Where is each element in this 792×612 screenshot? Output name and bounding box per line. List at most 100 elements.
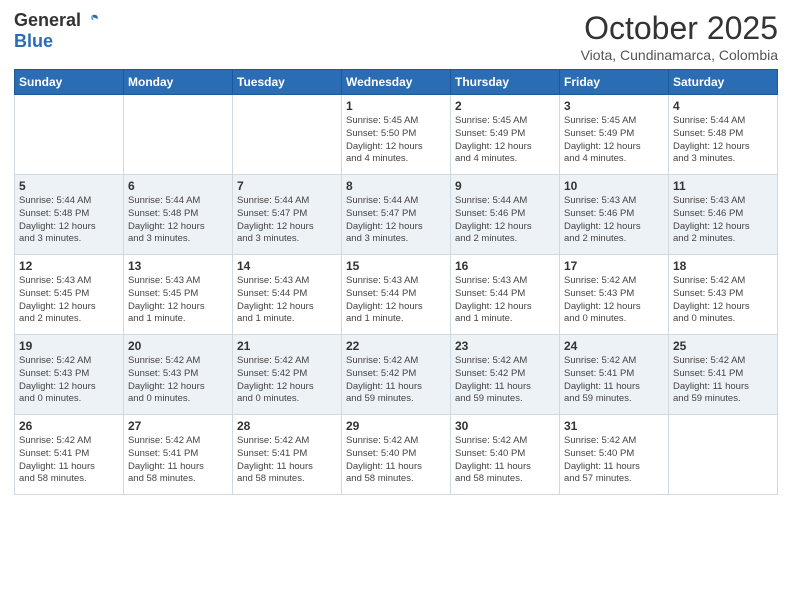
day-info: Sunrise: 5:42 AM Sunset: 5:41 PM Dayligh… [673,355,773,406]
logo-bird-icon [83,12,101,30]
day-number: 12 [19,259,119,273]
day-number: 27 [128,419,228,433]
day-number: 10 [564,179,664,193]
table-row: 29Sunrise: 5:42 AM Sunset: 5:40 PM Dayli… [342,415,451,495]
calendar-row: 26 Sunrise: 5:42 AM Sunset: 5:41 PM Dayli… [15,415,778,495]
title-block: October 2025 Viota, Cundinamarca, Colomb… [581,10,778,63]
day-number: 31 [564,419,664,433]
col-monday: Monday [124,70,233,95]
day-info: Sunrise: 5:42 AM Sunset: 5:43 PM Dayligh… [128,355,228,406]
table-row: 22 Sunrise: 5:42 AM Sunset: 5:42 PM Dayli… [342,335,451,415]
col-sunday: Sunday [15,70,124,95]
page-header: General Blue October 2025 Viota, Cundina… [14,10,778,63]
logo-general-text: General [14,10,81,31]
day-number: 30 [455,419,555,433]
calendar-row: 1Sunrise: 5:45 AM Sunset: 5:50 PM Daylig… [15,95,778,175]
day-number: 23 [455,339,555,353]
day-number: 28 [237,419,337,433]
logo: General Blue [14,10,101,52]
day-info: Sunrise: 5:43 AM Sunset: 5:44 PM Dayligh… [237,275,337,326]
table-row [669,415,778,495]
table-row: 4 Sunrise: 5:44 AM Sunset: 5:48 PM Daylig… [669,95,778,175]
table-row: 16Sunrise: 5:43 AM Sunset: 5:44 PM Dayli… [451,255,560,335]
calendar-table: Sunday Monday Tuesday Wednesday Thursday… [14,69,778,495]
day-number: 2 [455,99,555,113]
day-number: 8 [346,179,446,193]
table-row: 5 Sunrise: 5:44 AM Sunset: 5:48 PM Daylig… [15,175,124,255]
day-info: Sunrise: 5:43 AM Sunset: 5:44 PM Dayligh… [346,275,446,326]
table-row [124,95,233,175]
day-number: 3 [564,99,664,113]
day-info: Sunrise: 5:45 AM Sunset: 5:49 PM Dayligh… [455,115,555,166]
day-number: 21 [237,339,337,353]
day-info: Sunrise: 5:43 AM Sunset: 5:44 PM Dayligh… [455,275,555,326]
table-row: 19Sunrise: 5:42 AM Sunset: 5:43 PM Dayli… [15,335,124,415]
day-info: Sunrise: 5:43 AM Sunset: 5:45 PM Dayligh… [128,275,228,326]
page-container: General Blue October 2025 Viota, Cundina… [0,0,792,505]
table-row: 12Sunrise: 5:43 AM Sunset: 5:45 PM Dayli… [15,255,124,335]
table-row: 27 Sunrise: 5:42 AM Sunset: 5:41 PM Dayli… [124,415,233,495]
table-row: 14 Sunrise: 5:43 AM Sunset: 5:44 PM Dayli… [233,255,342,335]
col-wednesday: Wednesday [342,70,451,95]
day-number: 15 [346,259,446,273]
table-row: 20 Sunrise: 5:42 AM Sunset: 5:43 PM Dayli… [124,335,233,415]
day-info: Sunrise: 5:42 AM Sunset: 5:40 PM Dayligh… [455,435,555,486]
header-row: Sunday Monday Tuesday Wednesday Thursday… [15,70,778,95]
col-saturday: Saturday [669,70,778,95]
calendar-row: 12 Sunrise: 5:43 AM Sunset: 5:45 PM Dayli… [15,255,778,335]
day-number: 4 [673,99,773,113]
table-row: 15 Sunrise: 5:43 AM Sunset: 5:44 PM Dayli… [342,255,451,335]
table-row: 1Sunrise: 5:45 AM Sunset: 5:50 PM Daylig… [342,95,451,175]
day-number: 7 [237,179,337,193]
col-friday: Friday [560,70,669,95]
day-info: Sunrise: 5:42 AM Sunset: 5:40 PM Dayligh… [564,435,664,486]
day-info: Sunrise: 5:44 AM Sunset: 5:48 PM Dayligh… [673,115,773,166]
day-number: 22 [346,339,446,353]
table-row: 3 Sunrise: 5:45 AM Sunset: 5:49 PM Daylig… [560,95,669,175]
day-number: 20 [128,339,228,353]
day-info: Sunrise: 5:42 AM Sunset: 5:42 PM Dayligh… [455,355,555,406]
day-number: 25 [673,339,773,353]
table-row: 18Sunrise: 5:42 AM Sunset: 5:43 PM Dayli… [669,255,778,335]
day-info: Sunrise: 5:44 AM Sunset: 5:48 PM Dayligh… [128,195,228,246]
table-row: 17Sunrise: 5:42 AM Sunset: 5:43 PM Dayli… [560,255,669,335]
table-row: 28 Sunrise: 5:42 AM Sunset: 5:41 PM Dayli… [233,415,342,495]
day-info: Sunrise: 5:44 AM Sunset: 5:47 PM Dayligh… [237,195,337,246]
day-info: Sunrise: 5:42 AM Sunset: 5:42 PM Dayligh… [346,355,446,406]
table-row: 24Sunrise: 5:42 AM Sunset: 5:41 PM Dayli… [560,335,669,415]
location: Viota, Cundinamarca, Colombia [581,47,778,63]
table-row: 6 Sunrise: 5:44 AM Sunset: 5:48 PM Daylig… [124,175,233,255]
day-info: Sunrise: 5:45 AM Sunset: 5:49 PM Dayligh… [564,115,664,166]
day-info: Sunrise: 5:42 AM Sunset: 5:42 PM Dayligh… [237,355,337,406]
table-row: 30 Sunrise: 5:42 AM Sunset: 5:40 PM Dayli… [451,415,560,495]
day-info: Sunrise: 5:42 AM Sunset: 5:43 PM Dayligh… [673,275,773,326]
table-row: 10 Sunrise: 5:43 AM Sunset: 5:46 PM Dayli… [560,175,669,255]
day-info: Sunrise: 5:43 AM Sunset: 5:46 PM Dayligh… [564,195,664,246]
table-row: 21 Sunrise: 5:42 AM Sunset: 5:42 PM Dayli… [233,335,342,415]
day-info: Sunrise: 5:42 AM Sunset: 5:40 PM Dayligh… [346,435,446,486]
day-info: Sunrise: 5:42 AM Sunset: 5:41 PM Dayligh… [19,435,119,486]
day-info: Sunrise: 5:44 AM Sunset: 5:48 PM Dayligh… [19,195,119,246]
day-number: 24 [564,339,664,353]
day-number: 26 [19,419,119,433]
day-info: Sunrise: 5:45 AM Sunset: 5:50 PM Dayligh… [346,115,446,166]
day-number: 14 [237,259,337,273]
day-number: 13 [128,259,228,273]
day-info: Sunrise: 5:42 AM Sunset: 5:41 PM Dayligh… [128,435,228,486]
calendar-row: 5 Sunrise: 5:44 AM Sunset: 5:48 PM Daylig… [15,175,778,255]
day-info: Sunrise: 5:42 AM Sunset: 5:41 PM Dayligh… [237,435,337,486]
col-tuesday: Tuesday [233,70,342,95]
table-row: 2 Sunrise: 5:45 AM Sunset: 5:49 PM Daylig… [451,95,560,175]
month-title: October 2025 [581,10,778,47]
table-row [15,95,124,175]
table-row [233,95,342,175]
day-number: 5 [19,179,119,193]
table-row: 26 Sunrise: 5:42 AM Sunset: 5:41 PM Dayli… [15,415,124,495]
day-number: 6 [128,179,228,193]
col-thursday: Thursday [451,70,560,95]
logo-blue-text: Blue [14,31,53,51]
table-row: 7 Sunrise: 5:44 AM Sunset: 5:47 PM Daylig… [233,175,342,255]
table-row: 8Sunrise: 5:44 AM Sunset: 5:47 PM Daylig… [342,175,451,255]
day-info: Sunrise: 5:42 AM Sunset: 5:43 PM Dayligh… [19,355,119,406]
day-number: 9 [455,179,555,193]
